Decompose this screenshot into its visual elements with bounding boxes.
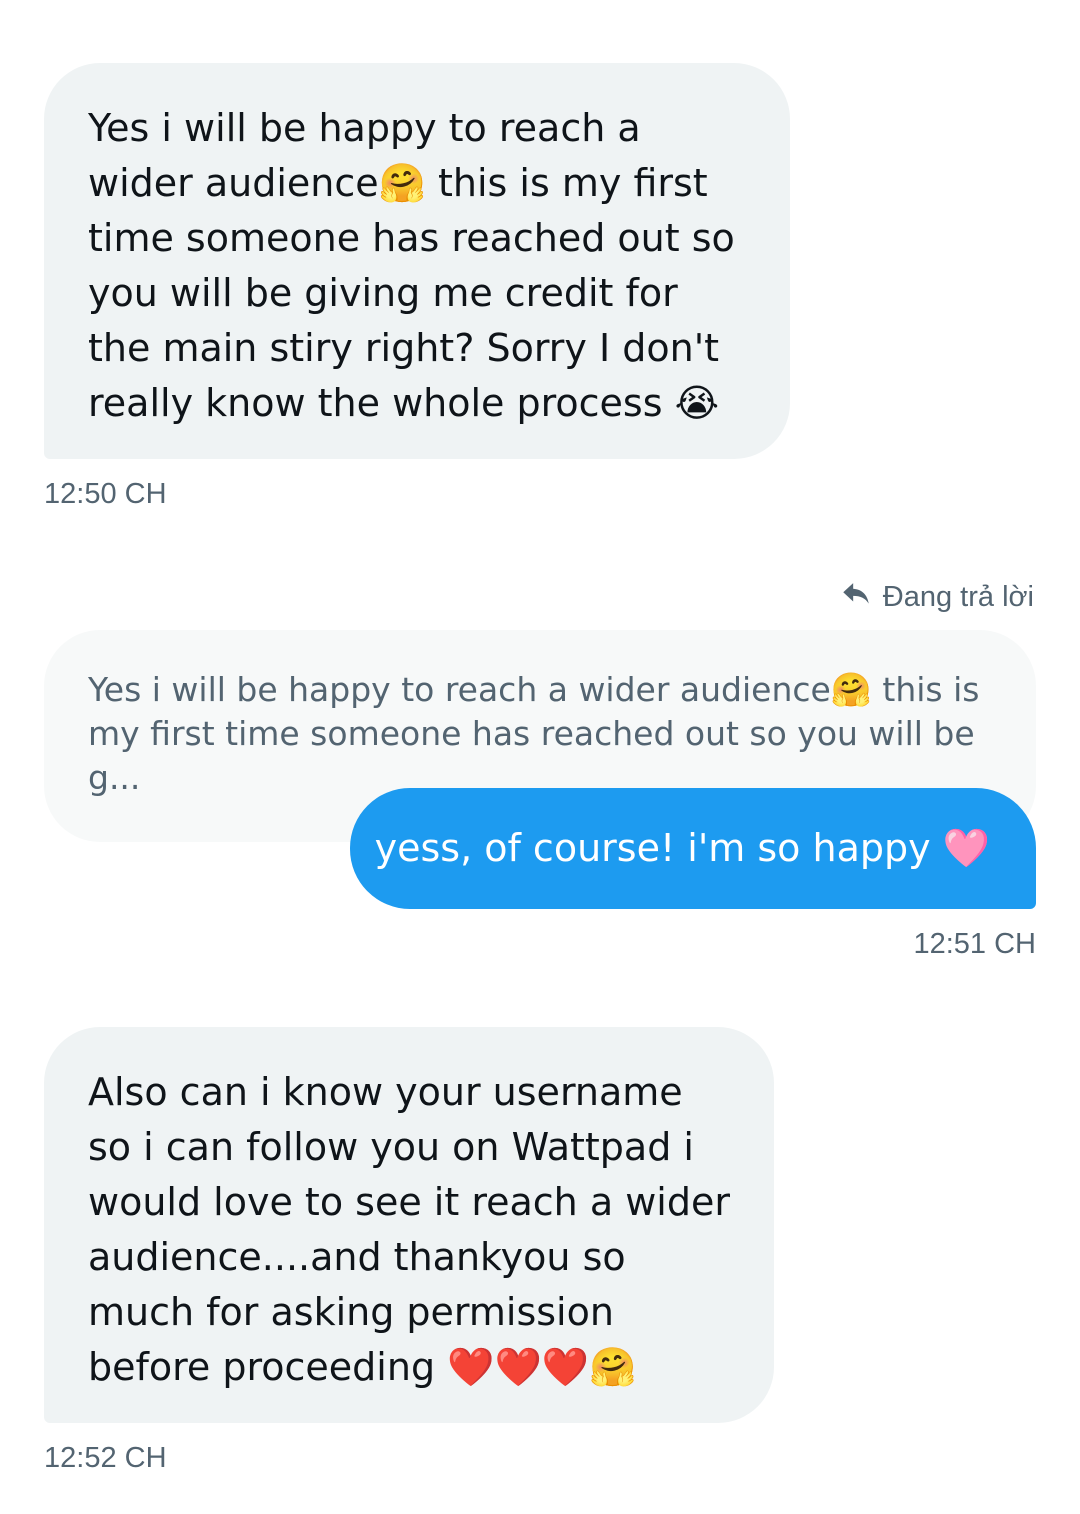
message-text: Also can i know your username so i can f…: [88, 1070, 730, 1389]
message-timestamp: 12:52 CH: [44, 1442, 167, 1474]
message-bubble-outgoing[interactable]: yess, of course! i'm so happy 🩷: [350, 788, 1036, 909]
message-text: yess, of course! i'm so happy 🩷: [374, 826, 990, 870]
replying-indicator: Đang trả lời: [839, 576, 1034, 618]
reply-arrow-icon: [839, 576, 873, 618]
quoted-text: Yes i will be happy to reach a wider aud…: [88, 670, 980, 797]
message-bubble-incoming[interactable]: Also can i know your username so i can f…: [44, 1027, 774, 1423]
message-bubble-incoming[interactable]: Yes i will be happy to reach a wider aud…: [44, 63, 790, 459]
replying-label: Đang trả lời: [882, 580, 1034, 613]
message-text: Yes i will be happy to reach a wider aud…: [88, 106, 735, 425]
message-timestamp: 12:50 CH: [44, 478, 167, 510]
message-timestamp: 12:51 CH: [913, 928, 1036, 960]
